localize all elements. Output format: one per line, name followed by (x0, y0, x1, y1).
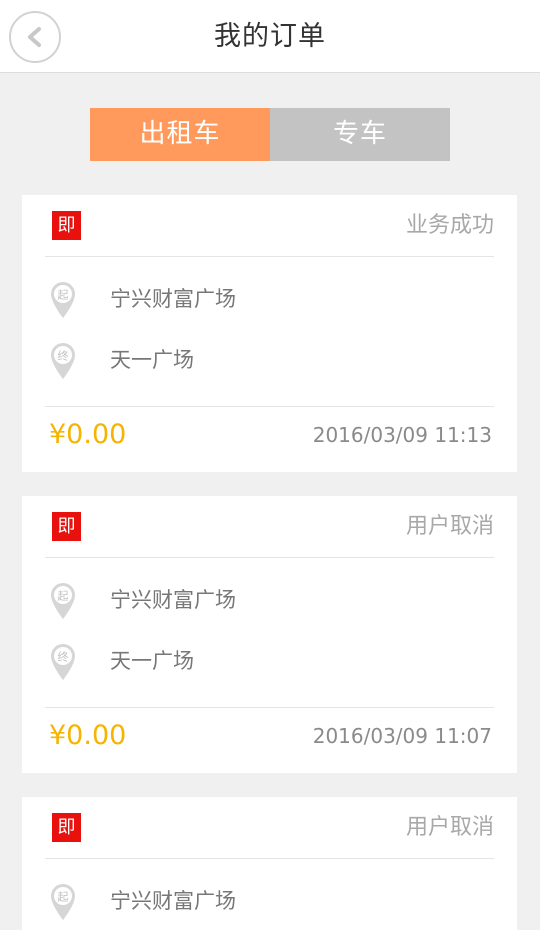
start-address: 宁兴财富广场 (110, 588, 236, 612)
order-status: 用户取消 (405, 815, 494, 840)
start-address: 宁兴财富广场 (110, 287, 236, 311)
svg-text:终: 终 (58, 650, 69, 664)
divider (45, 707, 494, 708)
start-pin-icon: 起 (51, 884, 75, 920)
divider (45, 858, 494, 859)
order-card[interactable]: 即 用户取消 起 宁兴财富广场 终 天一广场 ¥0.00 2016/03/09 … (22, 496, 517, 773)
order-card[interactable]: 即 业务成功 起 宁兴财富广场 终 天一广场 ¥0.00 2016/03/09 … (22, 195, 517, 472)
immediate-badge: 即 (52, 813, 81, 842)
start-pin-icon: 起 (51, 282, 75, 318)
end-address: 天一广场 (110, 348, 194, 372)
page-title: 我的订单 (214, 21, 326, 52)
order-price: ¥0.00 (49, 419, 127, 450)
end-address: 天一广场 (110, 649, 194, 673)
tab-private-car[interactable]: 专车 (270, 108, 450, 161)
divider (45, 256, 494, 257)
divider (45, 406, 494, 407)
order-card[interactable]: 即 用户取消 起 宁兴财富广场 (22, 797, 517, 930)
header-bar: 我的订单 (0, 0, 540, 73)
end-pin-icon: 终 (51, 644, 75, 680)
svg-text:终: 终 (58, 349, 69, 363)
order-price: ¥0.00 (49, 720, 127, 751)
start-pin-icon: 起 (51, 583, 75, 619)
immediate-badge: 即 (52, 512, 81, 541)
svg-text:起: 起 (58, 590, 69, 603)
end-pin-icon: 终 (51, 343, 75, 379)
svg-text:起: 起 (58, 289, 69, 302)
order-status: 用户取消 (405, 514, 494, 539)
divider (45, 557, 494, 558)
start-address: 宁兴财富广场 (110, 889, 236, 913)
svg-text:起: 起 (58, 891, 69, 904)
order-type-tabs: 出租车 专车 (90, 108, 450, 161)
order-time: 2016/03/09 11:07 (312, 724, 492, 748)
order-status: 业务成功 (405, 213, 494, 238)
tab-taxi[interactable]: 出租车 (90, 108, 270, 161)
chevron-left-icon (28, 27, 41, 47)
immediate-badge: 即 (52, 211, 81, 240)
back-button[interactable] (9, 11, 61, 63)
order-time: 2016/03/09 11:13 (312, 423, 492, 447)
